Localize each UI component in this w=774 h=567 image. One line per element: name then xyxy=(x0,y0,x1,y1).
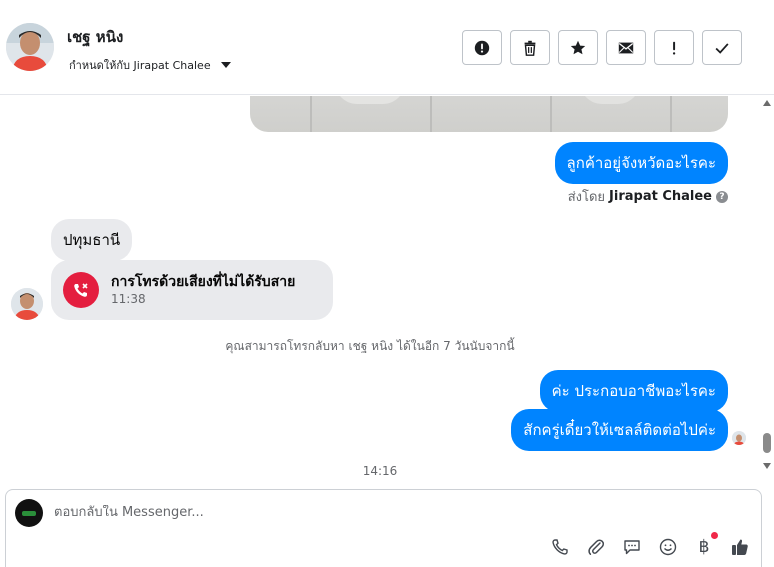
emoji-button[interactable] xyxy=(657,536,679,558)
envelope-icon xyxy=(618,42,634,53)
page-avatar xyxy=(15,499,43,527)
attach-button[interactable] xyxy=(585,536,607,558)
composer-tools: ฿ xyxy=(549,532,751,558)
alert-circle-icon xyxy=(474,40,490,55)
exclamation-icon xyxy=(672,41,676,55)
call-title: การโทรด้วยเสียงที่ไม่ได้รับสาย xyxy=(111,274,296,290)
missed-call-icon xyxy=(63,272,99,308)
trash-icon xyxy=(524,40,536,56)
baht-icon: ฿ xyxy=(698,537,710,557)
reply-composer: ฿ xyxy=(5,489,762,567)
message-thread[interactable]: ลูกค้าอยู่จังหวัดอะไรคะ ส่งโดย Jirapat C… xyxy=(0,96,760,488)
sent-by-name: Jirapat Chalee xyxy=(609,189,712,204)
paperclip-icon xyxy=(588,539,605,555)
thread-scrollbar[interactable] xyxy=(760,96,774,476)
missed-call-card[interactable]: การโทรด้วยเสียงที่ไม่ได้รับสาย 11:38 xyxy=(51,260,333,320)
callback-notice: คุณสามารถโทรกลับหา เชฐ หนิง ได้ในอีก 7 ว… xyxy=(225,339,515,353)
caret-down-icon xyxy=(220,62,231,68)
message-timestamp: 14:16 xyxy=(362,464,398,478)
message-outgoing[interactable]: ค่ะ ประกอบอาชีพอะไรคะ xyxy=(539,370,728,412)
check-icon xyxy=(715,42,729,54)
contact-avatar[interactable] xyxy=(6,23,54,71)
call-button[interactable] xyxy=(549,536,571,558)
call-time: 11:38 xyxy=(111,292,146,306)
reply-input[interactable] xyxy=(54,505,554,520)
saved-replies-button[interactable] xyxy=(621,536,643,558)
message-outgoing[interactable]: สักครู่เดี๋ยวให้เซลล์ติดต่อไปค่ะ xyxy=(511,409,728,451)
conversation-header: เชฐ หนิง กำหนดให้กับ Jirapat Chalee xyxy=(0,0,774,95)
phone-icon xyxy=(552,539,568,555)
image-attachment[interactable] xyxy=(250,96,728,132)
delete-button[interactable] xyxy=(510,30,550,65)
messenger-inbox: เชฐ หนิง กำหนดให้กับ Jirapat Chalee ลูกค… xyxy=(0,0,774,567)
header-actions xyxy=(462,30,742,65)
chat-bubble-icon xyxy=(624,540,640,555)
scrollbar-thumb[interactable] xyxy=(763,433,771,453)
contact-avatar-small xyxy=(11,288,43,320)
follow-up-button[interactable] xyxy=(654,30,694,65)
spam-button[interactable] xyxy=(462,30,502,65)
done-button[interactable] xyxy=(702,30,742,65)
assignee-dropdown[interactable]: กำหนดให้กับ Jirapat Chalee xyxy=(69,56,231,74)
message-incoming[interactable]: ปทุมธานี xyxy=(51,219,133,261)
seen-avatar xyxy=(732,431,746,445)
star-icon xyxy=(570,40,586,54)
message-outgoing[interactable]: ลูกค้าอยู่จังหวัดอะไรคะ xyxy=(554,142,728,184)
smiley-icon xyxy=(659,538,677,556)
payment-button[interactable]: ฿ xyxy=(693,532,718,558)
sent-by-label: ส่งโดย Jirapat Chalee ? xyxy=(568,186,728,207)
star-button[interactable] xyxy=(558,30,598,65)
scroll-up-arrow-icon[interactable] xyxy=(763,100,771,106)
mark-unread-button[interactable] xyxy=(606,30,646,65)
scroll-down-arrow-icon[interactable] xyxy=(763,463,771,469)
like-button[interactable] xyxy=(729,536,751,558)
contact-name[interactable]: เชฐ หนิง xyxy=(67,25,123,49)
notification-dot xyxy=(711,532,718,539)
help-icon[interactable]: ? xyxy=(716,190,728,203)
sent-by-prefix: ส่งโดย xyxy=(567,190,606,205)
thumbs-up-icon xyxy=(732,539,748,555)
assignee-label: กำหนดให้กับ Jirapat Chalee xyxy=(69,59,211,72)
